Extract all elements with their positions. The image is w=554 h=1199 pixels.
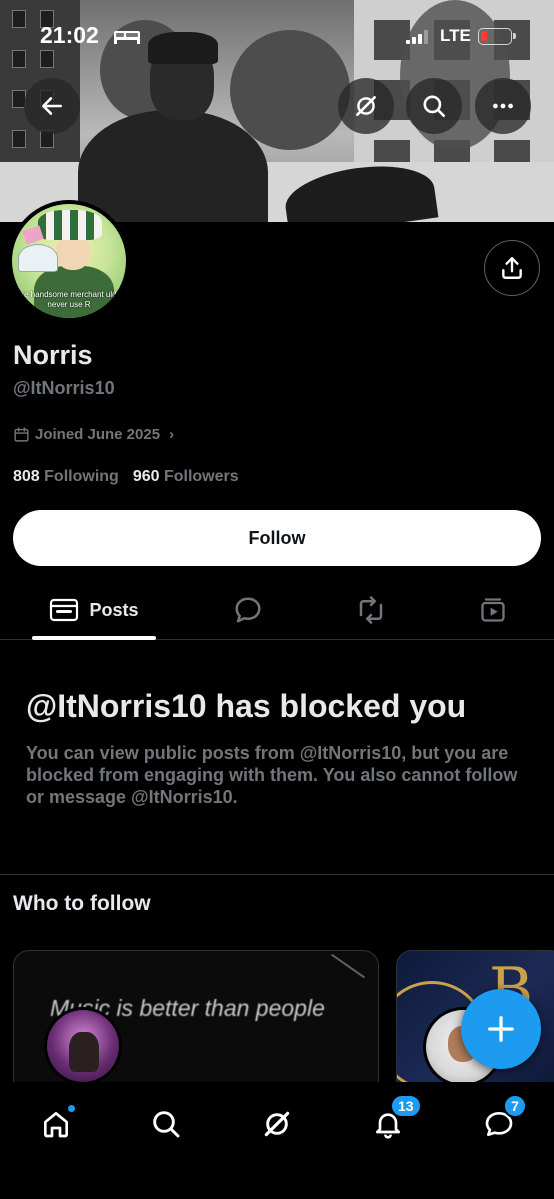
joined-text: Joined June 2025 <box>35 426 161 443</box>
followers-count: 960 <box>132 468 160 485</box>
tab-replies[interactable] <box>220 580 276 640</box>
home-icon <box>44 1112 68 1138</box>
search-icon <box>423 95 446 118</box>
nav-notifications[interactable]: 13 <box>360 1094 422 1152</box>
active-tab-indicator <box>32 636 156 640</box>
avatar[interactable]: re handsome merchant uld never use R <box>8 200 130 322</box>
blocked-description: You can view public posts from @ItNorris… <box>26 743 518 807</box>
calendar-icon <box>14 427 29 442</box>
who-to-follow-title: Who to follow <box>13 892 151 915</box>
network-type: LTE <box>440 26 471 45</box>
card-banner-streak <box>331 953 365 979</box>
home-unread-dot <box>67 1104 76 1113</box>
nav-grok[interactable] <box>249 1096 305 1152</box>
follow-counts: 808 Following 960 Followers <box>13 468 239 486</box>
search-button[interactable] <box>406 78 462 134</box>
tab-media[interactable] <box>465 580 521 640</box>
section-divider <box>0 874 554 875</box>
repost-icon <box>359 596 383 624</box>
avatar-caption: re handsome merchant uld never use R <box>21 290 117 309</box>
share-button[interactable] <box>484 240 540 296</box>
plus-icon <box>488 1016 514 1042</box>
avatar-hat <box>38 210 102 240</box>
tab-reposts[interactable] <box>343 580 399 640</box>
grok-button[interactable] <box>338 78 394 134</box>
joined-date[interactable]: Joined June 2025 › <box>13 426 174 443</box>
back-button[interactable] <box>24 78 80 134</box>
tab-posts-label: Posts <box>89 599 139 620</box>
nav-messages[interactable]: 7 <box>471 1094 527 1152</box>
suggestion-avatar[interactable] <box>44 1007 122 1085</box>
bottom-navigation: 13 7 <box>0 1082 554 1199</box>
compose-post-button[interactable] <box>461 989 541 1069</box>
battery-icon <box>478 28 516 45</box>
profile-tabs: Posts <box>0 580 554 640</box>
search-icon <box>153 1111 180 1138</box>
blocked-title: @ItNorris10 has blocked you <box>26 688 467 724</box>
media-icon <box>481 598 505 622</box>
notifications-badge: 13 <box>390 1094 422 1118</box>
grok-icon <box>356 96 376 116</box>
avatar-fan <box>18 244 58 272</box>
tab-posts[interactable]: Posts <box>32 580 156 640</box>
more-button[interactable] <box>475 78 531 134</box>
follow-button[interactable]: Follow <box>13 510 541 566</box>
display-name: Norris <box>13 340 93 370</box>
followers-link[interactable]: 960 Followers <box>133 468 239 486</box>
chevron-right-icon: › <box>169 426 175 443</box>
followers-label: Followers <box>163 468 239 485</box>
banner-person <box>78 32 268 222</box>
following-label: Following <box>44 468 119 485</box>
posts-icon <box>50 598 79 622</box>
status-time: 21:02 <box>40 22 99 48</box>
arrow-left-icon <box>42 97 62 115</box>
avatar-card <box>22 225 44 245</box>
nav-home[interactable] <box>28 1096 84 1152</box>
grok-icon <box>264 1111 290 1137</box>
nav-search[interactable] <box>138 1096 194 1152</box>
following-link[interactable]: 808 Following <box>13 468 119 486</box>
more-horizontal-icon <box>493 103 513 109</box>
reply-icon <box>235 597 261 623</box>
sleep-mode-icon <box>114 31 140 44</box>
status-bar: 21:02 LTE <box>0 22 554 52</box>
cellular-signal-icon <box>406 30 428 44</box>
messages-badge: 7 <box>503 1094 527 1118</box>
user-handle: @ItNorris10 <box>13 378 115 398</box>
following-count: 808 <box>13 468 40 485</box>
share-icon <box>502 257 522 279</box>
